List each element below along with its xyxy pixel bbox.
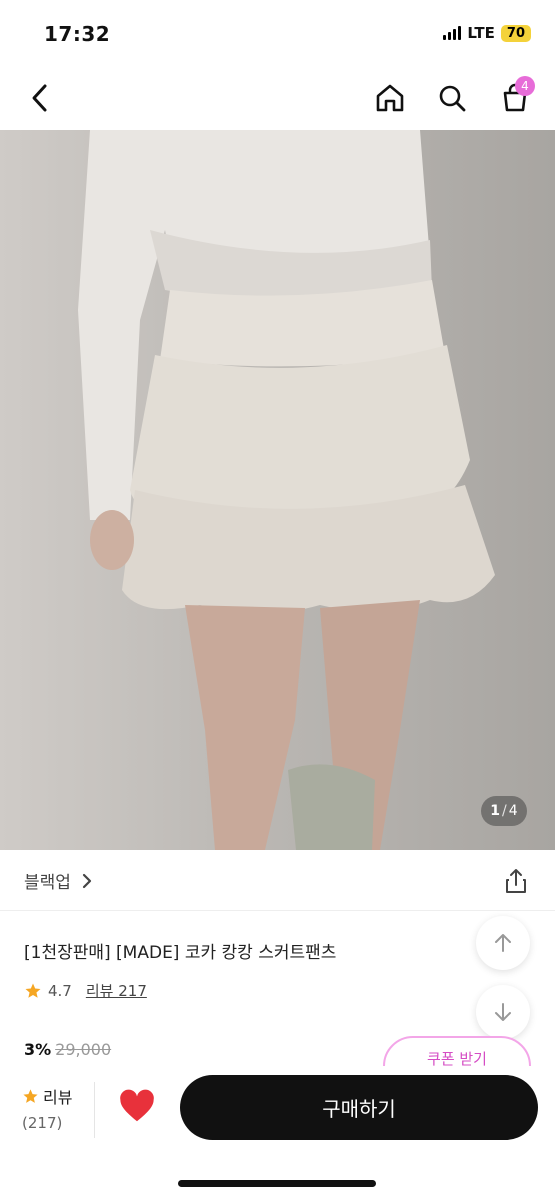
image-counter-current: 1 bbox=[490, 803, 501, 819]
heart-icon bbox=[120, 1089, 154, 1122]
original-price: 29,000 bbox=[55, 1040, 112, 1059]
vertical-divider bbox=[94, 1082, 95, 1138]
rating-value: 4.7 bbox=[48, 981, 72, 1000]
home-button[interactable] bbox=[372, 78, 408, 118]
status-indicators: LTE 70 bbox=[443, 24, 531, 42]
bottom-review-count: (217) bbox=[22, 1114, 63, 1132]
back-button[interactable] bbox=[22, 78, 58, 118]
scroll-up-button[interactable] bbox=[476, 916, 530, 970]
signal-icon bbox=[443, 26, 462, 40]
product-photo bbox=[0, 130, 555, 850]
price-row: 3% 29,000 bbox=[24, 1040, 111, 1059]
share-icon bbox=[506, 869, 526, 893]
star-icon bbox=[23, 1088, 38, 1103]
search-icon bbox=[439, 85, 466, 112]
chevron-right-icon bbox=[82, 873, 92, 888]
bottom-review-label: 리뷰 bbox=[43, 1088, 73, 1107]
scroll-down-button[interactable] bbox=[476, 985, 530, 1039]
product-image[interactable] bbox=[0, 130, 555, 850]
cart-count-badge: 4 bbox=[515, 76, 535, 96]
search-button[interactable] bbox=[434, 78, 470, 118]
product-title: [1천장판매] [MADE] 코카 캉캉 스커트팬츠 bbox=[24, 943, 337, 963]
divider bbox=[0, 910, 555, 911]
star-icon bbox=[25, 983, 41, 998]
home-icon bbox=[376, 84, 404, 112]
wishlist-button[interactable] bbox=[118, 1088, 156, 1126]
brand-name: 블랙업 bbox=[24, 873, 71, 893]
back-icon bbox=[32, 84, 47, 112]
brand-link[interactable]: 블랙업 bbox=[24, 868, 93, 893]
battery-level: 70 bbox=[500, 24, 531, 42]
buy-button[interactable]: 구매하기 bbox=[180, 1075, 538, 1140]
arrow-down-icon bbox=[495, 1003, 511, 1021]
review-link[interactable]: 리뷰 217 bbox=[86, 980, 147, 1001]
home-indicator bbox=[178, 1180, 376, 1187]
discount-rate: 3% bbox=[24, 1040, 52, 1059]
image-counter-separator: / bbox=[502, 803, 507, 819]
image-counter: 1 / 4 bbox=[481, 796, 527, 826]
network-label: LTE bbox=[467, 24, 495, 42]
share-button[interactable] bbox=[501, 866, 531, 896]
rating-row: 4.7 리뷰 217 bbox=[24, 980, 147, 1001]
arrow-up-icon bbox=[495, 934, 511, 952]
image-counter-total: 4 bbox=[508, 803, 518, 819]
bottom-review-button[interactable]: 리뷰 (217) bbox=[22, 1084, 92, 1140]
status-time: 17:32 bbox=[44, 22, 111, 46]
